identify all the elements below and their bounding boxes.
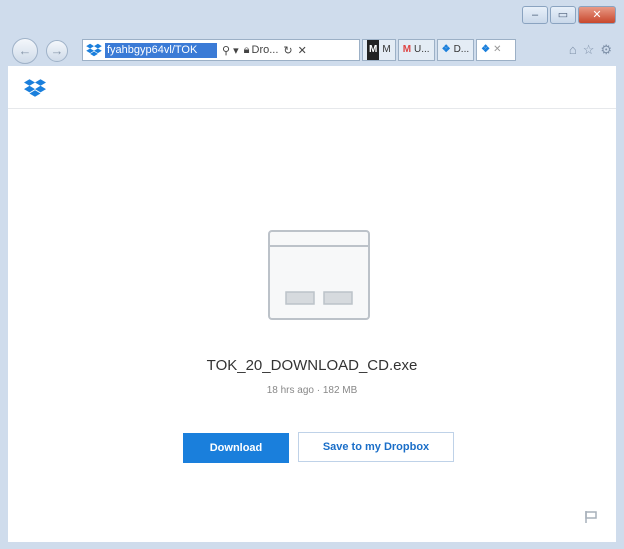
save-to-dropbox-button[interactable]: Save to my Dropbox xyxy=(298,432,454,462)
download-button[interactable]: Download xyxy=(183,433,289,463)
search-icon[interactable]: ⚲ ▾ xyxy=(222,44,239,57)
dropbox-tab-icon: ❖ xyxy=(481,44,491,55)
tab-1-icon: M xyxy=(367,40,380,60)
dropbox-logo-icon[interactable] xyxy=(24,78,46,98)
dropbox-tab-icon: ❖ xyxy=(441,44,451,55)
back-button[interactable]: ← xyxy=(12,38,38,64)
settings-icon[interactable]: ⚙ xyxy=(600,42,612,58)
maximize-button[interactable]: ▭ xyxy=(550,6,576,24)
url-text[interactable]: fyahbgyp64vl/TOK xyxy=(105,42,217,58)
flag-icon[interactable] xyxy=(584,510,598,524)
favorites-icon[interactable]: ☆ xyxy=(583,42,595,58)
tab-1-label: M xyxy=(382,44,391,55)
home-icon[interactable]: ⌂ xyxy=(569,42,577,58)
navigation-bar: ← → fyahbgyp64vl/TOK ⚲ ▾ 🔒︎ Dro... ↻ ✕ M… xyxy=(10,36,616,64)
forward-button[interactable]: → xyxy=(46,40,68,62)
tab-4-active[interactable]: ❖ ✕ xyxy=(476,39,517,61)
close-window-button[interactable]: ✕ xyxy=(578,6,616,24)
stop-icon[interactable]: ✕ xyxy=(298,44,307,57)
toolbar-icons: ⌂ ☆ ⚙ xyxy=(569,42,612,58)
tab-3-label: D... xyxy=(453,44,470,55)
lock-icon: 🔒︎ xyxy=(243,43,250,56)
gmail-icon: M xyxy=(402,44,412,55)
window-controls: – ▭ ✕ xyxy=(522,6,616,24)
refresh-icon[interactable]: ↻ xyxy=(283,44,292,57)
address-bar[interactable]: fyahbgyp64vl/TOK ⚲ ▾ 🔒︎ Dro... ↻ ✕ xyxy=(82,39,360,61)
dropbox-favicon-icon xyxy=(86,43,102,57)
tab-strip: M M M U... ❖ D... ❖ ✕ xyxy=(362,39,517,61)
minimize-button[interactable]: – xyxy=(522,6,548,24)
file-preview-icon xyxy=(268,230,370,320)
page-header xyxy=(8,66,616,109)
page-content: TOK_20_DOWNLOAD_CD.exe 18 hrs ago · 182 … xyxy=(8,66,616,542)
tab-2-label: U... xyxy=(414,44,430,55)
file-name: TOK_20_DOWNLOAD_CD.exe xyxy=(206,357,418,374)
tab-2[interactable]: M U... xyxy=(397,39,435,61)
file-meta: 18 hrs ago · 182 MB xyxy=(266,385,358,396)
close-tab-icon[interactable]: ✕ xyxy=(493,40,501,60)
tab-1[interactable]: M M xyxy=(362,39,396,61)
browser-window: – ▭ ✕ ← → fyahbgyp64vl/TOK ⚲ ▾ 🔒︎ Dro...… xyxy=(0,0,624,549)
tab-3[interactable]: ❖ D... xyxy=(436,39,475,61)
domain-text: Dro... xyxy=(251,44,279,56)
title-bar: – ▭ ✕ xyxy=(0,0,624,36)
